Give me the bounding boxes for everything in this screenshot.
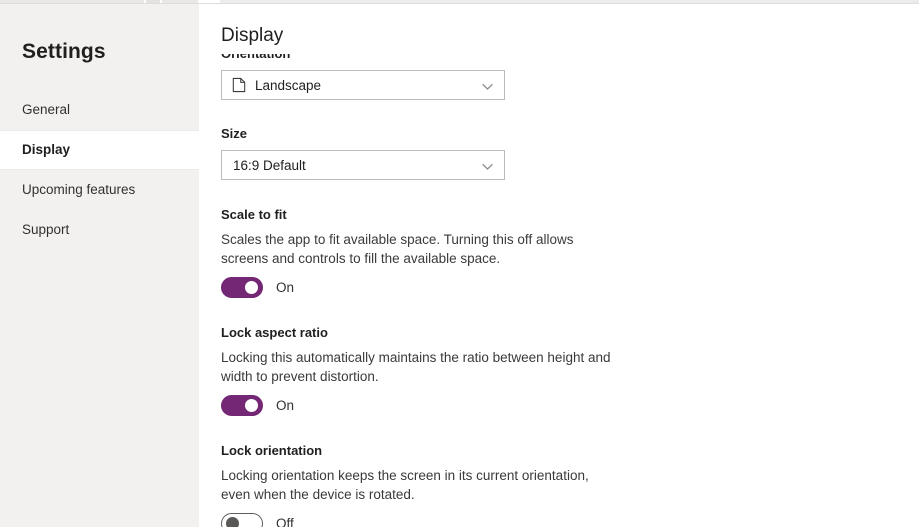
lock-aspect-ratio-toggle-state: On bbox=[276, 398, 295, 413]
scale-to-fit-section: Scale to fit Scales the app to fit avail… bbox=[199, 206, 919, 298]
toggle-knob bbox=[226, 517, 239, 527]
scale-to-fit-heading: Scale to fit bbox=[221, 207, 287, 222]
settings-scroll-area[interactable]: Orientation Landscape Size 16:9 Default bbox=[199, 54, 919, 527]
settings-scroll-content: Orientation Landscape Size 16:9 Default bbox=[199, 54, 919, 527]
settings-sidebar: Settings General Display Upcoming featur… bbox=[0, 4, 199, 527]
size-value: 16:9 Default bbox=[233, 157, 306, 173]
scale-to-fit-toggle[interactable] bbox=[221, 277, 263, 298]
lock-aspect-ratio-toggle-row: On bbox=[221, 395, 919, 416]
sidebar-item-display-label: Display bbox=[22, 142, 71, 157]
lock-orientation-description: Locking orientation keeps the screen in … bbox=[221, 468, 589, 502]
toggle-knob bbox=[245, 399, 258, 412]
lock-orientation-toggle-row: Off bbox=[221, 513, 919, 527]
sidebar-item-general[interactable]: General bbox=[0, 90, 199, 130]
sidebar-nav: General Display Upcoming features Suppor… bbox=[0, 90, 199, 250]
scale-to-fit-toggle-state: On bbox=[276, 280, 295, 295]
lock-aspect-ratio-heading: Lock aspect ratio bbox=[221, 325, 328, 340]
orientation-label: Orientation bbox=[199, 54, 919, 62]
size-dropdown[interactable]: 16:9 Default bbox=[221, 150, 505, 180]
lock-orientation-toggle[interactable] bbox=[221, 513, 263, 527]
sidebar-item-support[interactable]: Support bbox=[0, 210, 199, 250]
page-title: Display bbox=[221, 25, 284, 46]
sidebar-item-display[interactable]: Display bbox=[0, 130, 199, 170]
settings-main-pane: Display Orientation Landscape bbox=[199, 4, 919, 527]
document-landscape-icon bbox=[232, 77, 246, 93]
orientation-value: Landscape bbox=[255, 77, 322, 93]
toggle-knob bbox=[245, 281, 258, 294]
lock-orientation-section: Lock orientation Locking orientation kee… bbox=[199, 442, 919, 527]
sidebar-item-upcoming-features-label: Upcoming features bbox=[22, 182, 136, 197]
sidebar-item-upcoming-features[interactable]: Upcoming features bbox=[0, 170, 199, 210]
lock-orientation-heading: Lock orientation bbox=[221, 443, 323, 458]
chevron-down-icon[interactable] bbox=[481, 80, 494, 93]
lock-aspect-ratio-description: Locking this automatically maintains the… bbox=[221, 350, 611, 384]
chevron-down-icon[interactable] bbox=[481, 160, 494, 173]
scale-to-fit-toggle-row: On bbox=[221, 277, 919, 298]
size-label: Size bbox=[221, 126, 248, 141]
orientation-dropdown[interactable]: Landscape bbox=[221, 70, 505, 100]
scale-to-fit-description: Scales the app to fit available space. T… bbox=[221, 232, 574, 266]
lock-aspect-ratio-section: Lock aspect ratio Locking this automatic… bbox=[199, 324, 919, 416]
lock-aspect-ratio-toggle[interactable] bbox=[221, 395, 263, 416]
settings-app: Settings General Display Upcoming featur… bbox=[0, 4, 919, 527]
sidebar-item-general-label: General bbox=[22, 102, 71, 117]
lock-orientation-toggle-state: Off bbox=[276, 516, 294, 527]
sidebar-item-support-label: Support bbox=[22, 222, 70, 237]
sidebar-title: Settings bbox=[22, 40, 106, 63]
